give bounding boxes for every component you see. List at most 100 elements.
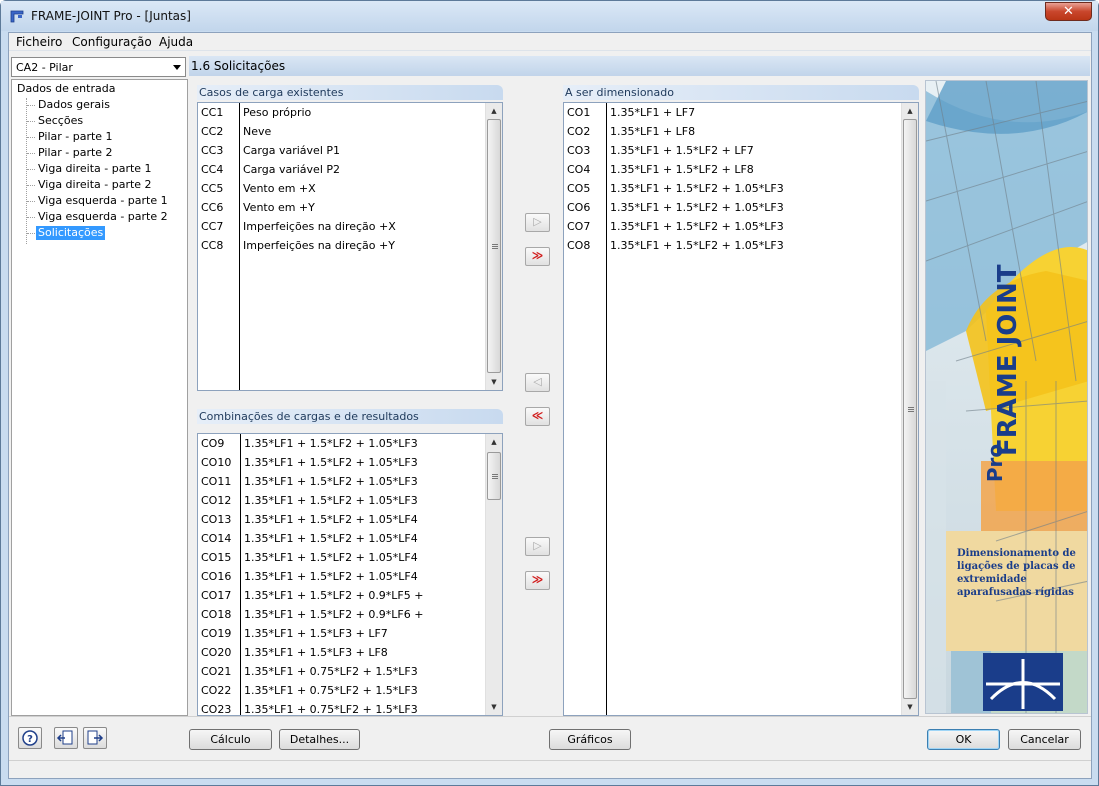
case-description: 1.35*LF1 + LF7	[610, 106, 696, 119]
scroll-thumb[interactable]	[903, 119, 917, 699]
tree-item[interactable]: Solicitações	[36, 226, 106, 240]
details-button[interactable]: Detalhes...	[279, 729, 360, 750]
list-item[interactable]: CC8 Imperfeições na direção +Y	[198, 236, 502, 255]
export-icon	[87, 730, 104, 745]
case-description: 1.35*LF1 + 0.75*LF2 + 1.5*LF3	[244, 703, 418, 716]
remove-all-button[interactable]: ≪	[525, 407, 550, 426]
list-item[interactable]: CO1 1.35*LF1 + LF7	[564, 103, 918, 122]
menu-settings[interactable]: Configuração	[72, 35, 152, 49]
dialog-button-bar: ? Cálculo Detalhes... Gráficos OK Cancel…	[9, 716, 1091, 760]
calculate-button[interactable]: Cálculo	[189, 729, 272, 750]
connection-select-value: CA2 - Pilar	[16, 61, 73, 74]
tree-item[interactable]: Pilar - parte 1	[36, 130, 115, 144]
list-item[interactable]: CO2 1.35*LF1 + LF8	[564, 122, 918, 141]
close-window-button[interactable]: ✕	[1045, 2, 1092, 21]
navigator-tree: Dados de entrada Dados gerais Secções Pila…	[11, 79, 188, 716]
list-item[interactable]: CO8 1.35*LF1 + 1.5*LF2 + 1.05*LF3	[564, 236, 918, 255]
list-item[interactable]: CC4 Carga variável P2	[198, 160, 502, 179]
list-item[interactable]: CO15 1.35*LF1 + 1.5*LF2 + 1.05*LF4	[198, 548, 502, 567]
tree-item[interactable]: Viga esquerda - parte 2	[36, 210, 170, 224]
tree-item[interactable]: Dados gerais	[36, 98, 112, 112]
vertical-scrollbar[interactable]: ▲ ▼	[901, 103, 918, 715]
list-item[interactable]: CO12 1.35*LF1 + 1.5*LF2 + 1.05*LF3	[198, 491, 502, 510]
tree-item[interactable]: Secções	[36, 114, 85, 128]
cancel-button[interactable]: Cancelar	[1008, 729, 1081, 750]
list-item[interactable]: CC7 Imperfeições na direção +X	[198, 217, 502, 236]
vertical-scrollbar[interactable]: ▲ ▼	[485, 434, 502, 715]
list-item[interactable]: CO7 1.35*LF1 + 1.5*LF2 + 1.05*LF3	[564, 217, 918, 236]
scroll-up-icon[interactable]: ▲	[486, 434, 502, 450]
case-id: CC3	[201, 144, 224, 157]
graphics-button[interactable]: Gráficos	[549, 729, 631, 750]
list-item[interactable]: CO9 1.35*LF1 + 1.5*LF2 + 1.05*LF3	[198, 434, 502, 453]
tree-root-input-data[interactable]: Dados de entrada	[17, 82, 115, 95]
add-selected-combination-button[interactable]: ▷	[525, 537, 550, 556]
list-item[interactable]: CO5 1.35*LF1 + 1.5*LF2 + 1.05*LF3	[564, 179, 918, 198]
case-description: 1.35*LF1 + 1.5*LF2 + 1.05*LF4	[244, 513, 418, 526]
case-id: CC1	[201, 106, 224, 119]
connection-select[interactable]: CA2 - Pilar	[11, 57, 186, 77]
tree-item[interactable]: Pilar - parte 2	[36, 146, 115, 160]
to-design-list[interactable]: CO1 1.35*LF1 + LF7 CO2 1.35*LF1 + LF8 CO3 1.3…	[563, 102, 919, 716]
case-id: CO16	[201, 570, 232, 583]
list-item[interactable]: CO13 1.35*LF1 + 1.5*LF2 + 1.05*LF4	[198, 510, 502, 529]
list-item[interactable]: CO20 1.35*LF1 + 1.5*LF3 + LF8	[198, 643, 502, 662]
case-description: 1.35*LF1 + 1.5*LF2 + 0.9*LF5 +	[244, 589, 424, 602]
list-item[interactable]: CO18 1.35*LF1 + 1.5*LF2 + 0.9*LF6 +	[198, 605, 502, 624]
tree-connector	[27, 137, 35, 138]
list-item[interactable]: CC2 Neve	[198, 122, 502, 141]
case-description: 1.35*LF1 + 1.5*LF2 + 1.05*LF4	[244, 551, 418, 564]
case-description: 1.35*LF1 + LF8	[610, 125, 696, 138]
case-description: 1.35*LF1 + 1.5*LF2 + 1.05*LF3	[610, 220, 784, 233]
import-button[interactable]	[54, 727, 78, 749]
chevron-down-icon[interactable]	[173, 65, 181, 70]
add-all-combinations-button[interactable]: ≫	[525, 571, 550, 590]
list-item[interactable]: CC1 Peso próprio	[198, 103, 502, 122]
case-description: 1.35*LF1 + 1.5*LF2 + 1.05*LF3	[244, 456, 418, 469]
scroll-down-icon[interactable]: ▼	[486, 699, 502, 715]
list-item[interactable]: CO19 1.35*LF1 + 1.5*LF3 + LF7	[198, 624, 502, 643]
list-item[interactable]: CO17 1.35*LF1 + 1.5*LF2 + 0.9*LF5 +	[198, 586, 502, 605]
scroll-down-icon[interactable]: ▼	[902, 699, 918, 715]
case-id: CO21	[201, 665, 232, 678]
case-description: Carga variável P2	[243, 163, 341, 176]
list-item[interactable]: CC5 Vento em +X	[198, 179, 502, 198]
scroll-up-icon[interactable]: ▲	[486, 103, 502, 119]
scroll-up-icon[interactable]: ▲	[902, 103, 918, 119]
scroll-down-icon[interactable]: ▼	[486, 374, 502, 390]
scroll-thumb[interactable]	[487, 452, 501, 500]
tree-item[interactable]: Viga direita - parte 1	[36, 162, 154, 176]
add-all-cases-button[interactable]: ≫	[525, 247, 550, 266]
case-id: CO1	[567, 106, 591, 119]
list-item[interactable]: CC3 Carga variável P1	[198, 141, 502, 160]
menu-file[interactable]: Ficheiro	[16, 35, 62, 49]
list-item[interactable]: CC6 Vento em +Y	[198, 198, 502, 217]
list-item[interactable]: CO10 1.35*LF1 + 1.5*LF2 + 1.05*LF3	[198, 453, 502, 472]
vertical-scrollbar[interactable]: ▲ ▼	[485, 103, 502, 390]
list-item[interactable]: CO6 1.35*LF1 + 1.5*LF2 + 1.05*LF3	[564, 198, 918, 217]
combinations-list[interactable]: CO9 1.35*LF1 + 1.5*LF2 + 1.05*LF3 CO10 1.35…	[197, 433, 503, 716]
menu-help[interactable]: Ajuda	[159, 35, 193, 49]
case-id: CO3	[567, 144, 591, 157]
list-item[interactable]: CO11 1.35*LF1 + 1.5*LF2 + 1.05*LF3	[198, 472, 502, 491]
tree-connector	[27, 121, 35, 122]
list-item[interactable]: CO21 1.35*LF1 + 0.75*LF2 + 1.5*LF3	[198, 662, 502, 681]
list-item[interactable]: CO3 1.35*LF1 + 1.5*LF2 + LF7	[564, 141, 918, 160]
case-description: 1.35*LF1 + 1.5*LF2 + 1.05*LF3	[244, 475, 418, 488]
existing-cases-list[interactable]: CC1 Peso próprio CC2 Neve CC3 Carga variável …	[197, 102, 503, 391]
list-item[interactable]: CO4 1.35*LF1 + 1.5*LF2 + LF8	[564, 160, 918, 179]
help-button[interactable]: ?	[18, 727, 42, 749]
case-description: Neve	[243, 125, 272, 138]
list-item[interactable]: CO16 1.35*LF1 + 1.5*LF2 + 1.05*LF4	[198, 567, 502, 586]
ok-button[interactable]: OK	[927, 729, 1000, 750]
export-button[interactable]	[83, 727, 107, 749]
tree-item[interactable]: Viga esquerda - parte 1	[36, 194, 170, 208]
tree-item[interactable]: Viga direita - parte 2	[36, 178, 154, 192]
list-item[interactable]: CO23 1.35*LF1 + 0.75*LF2 + 1.5*LF3	[198, 700, 502, 716]
remove-selected-button[interactable]: ◁	[525, 373, 550, 392]
add-selected-case-button[interactable]: ▷	[525, 213, 550, 232]
list-item[interactable]: CO22 1.35*LF1 + 0.75*LF2 + 1.5*LF3	[198, 681, 502, 700]
scroll-thumb[interactable]	[487, 119, 501, 373]
status-bar	[9, 760, 1091, 778]
list-item[interactable]: CO14 1.35*LF1 + 1.5*LF2 + 1.05*LF4	[198, 529, 502, 548]
